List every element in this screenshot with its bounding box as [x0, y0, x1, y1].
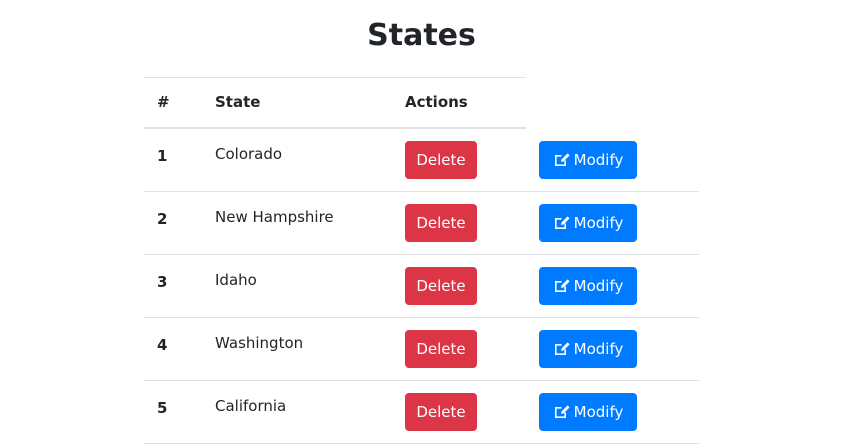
- modify-button[interactable]: Modify: [539, 393, 637, 431]
- table-row: 1 Colorado Delete Modify: [144, 129, 699, 192]
- modify-button-label: Modify: [573, 214, 624, 232]
- table-row: 3 Idaho Delete Modify: [144, 255, 699, 318]
- edit-icon: [554, 278, 570, 292]
- row-state-name: Idaho: [215, 271, 257, 289]
- row-state-name: Colorado: [215, 145, 283, 163]
- modify-button-label: Modify: [573, 277, 624, 295]
- row-state-name: California: [215, 397, 287, 415]
- delete-button[interactable]: Delete: [405, 141, 477, 179]
- header-state: State: [215, 93, 261, 111]
- delete-button[interactable]: Delete: [405, 204, 477, 242]
- states-page: States # State Actions 1 Colorado Delete…: [0, 0, 852, 447]
- row-state-name: Washington: [215, 334, 304, 352]
- page-title: States: [367, 18, 476, 53]
- row-number: 5: [157, 399, 168, 417]
- modify-button[interactable]: Modify: [539, 267, 637, 305]
- edit-icon: [554, 215, 570, 229]
- modify-button[interactable]: Modify: [539, 204, 637, 242]
- modify-button-label: Modify: [573, 403, 624, 421]
- delete-button[interactable]: Delete: [405, 267, 477, 305]
- table-header-row: # State Actions: [144, 77, 526, 129]
- header-number: #: [157, 93, 170, 111]
- edit-icon: [554, 152, 570, 166]
- delete-button[interactable]: Delete: [405, 330, 477, 368]
- row-number: 4: [157, 336, 168, 354]
- header-actions: Actions: [405, 93, 468, 111]
- delete-button[interactable]: Delete: [405, 393, 477, 431]
- table-row: 4 Washington Delete Modify: [144, 318, 699, 381]
- row-number: 2: [157, 210, 168, 228]
- modify-button-label: Modify: [573, 151, 624, 169]
- modify-button-label: Modify: [573, 340, 624, 358]
- row-number: 3: [157, 273, 168, 291]
- modify-button[interactable]: Modify: [539, 141, 637, 179]
- row-number: 1: [157, 147, 168, 165]
- table-row: 5 California Delete Modify: [144, 381, 699, 444]
- row-state-name: New Hampshire: [215, 208, 334, 226]
- states-table: # State Actions 1 Colorado Delete Modify…: [144, 77, 699, 444]
- edit-icon: [554, 404, 570, 418]
- table-row: 2 New Hampshire Delete Modify: [144, 192, 699, 255]
- edit-icon: [554, 341, 570, 355]
- modify-button[interactable]: Modify: [539, 330, 637, 368]
